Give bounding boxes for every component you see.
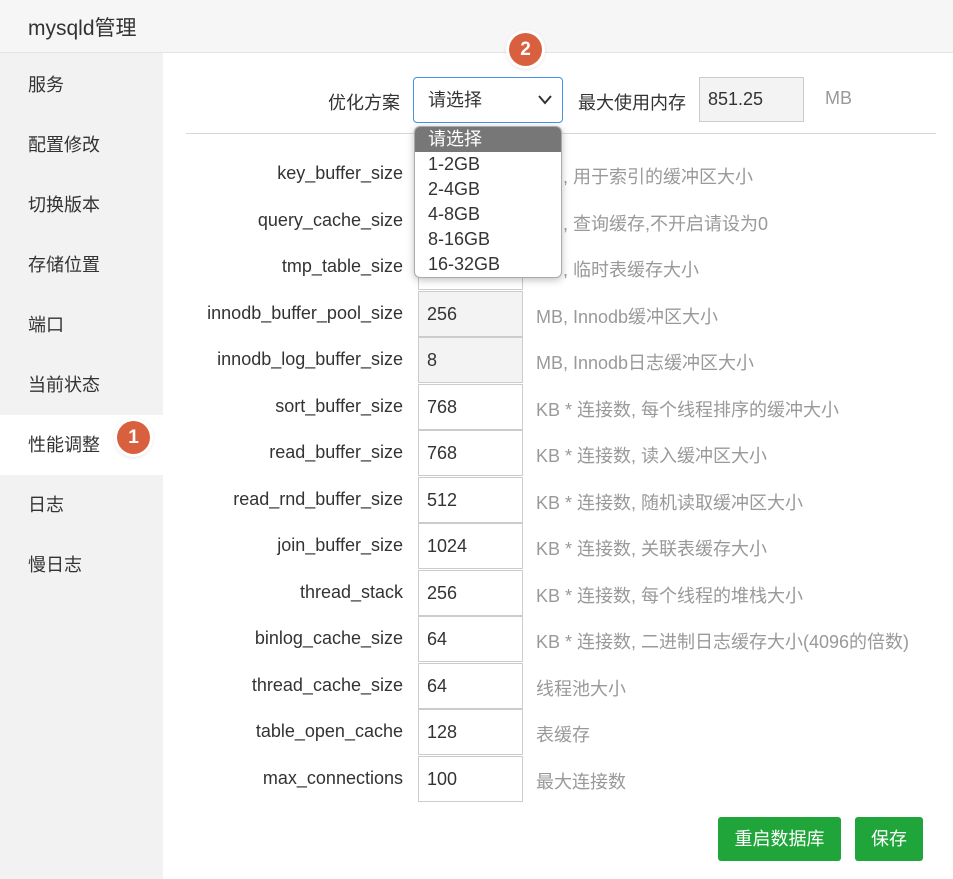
param-hint: 线程池大小 [536,679,626,699]
param-input[interactable]: 768 [418,430,523,476]
window-title: mysqld管理 [28,17,137,40]
param-hint: KB * 连接数, 关联表缓存大小 [536,539,768,559]
param-hint: MB, 查询缓存,不开启请设为0 [536,214,769,234]
restart-database-button[interactable]: 重启数据库 [718,817,841,861]
dropdown-option[interactable]: 16-32GB [415,252,561,277]
param-label: join_buffer_size [277,535,403,555]
param-input[interactable]: 8 [418,337,523,383]
optimize-dropdown-list: 请选择 1-2GB 2-4GB 4-8GB 8-16GB 16-32GB [414,126,562,278]
param-label: tmp_table_size [281,256,403,276]
max-memory-field: 851.25 [699,77,804,122]
param-label: read_rnd_buffer_size [233,489,403,509]
param-row-innodb-log-buffer-size: innodb_log_buffer_size 8 MB, Innodb日志缓冲区… [0,337,953,383]
max-memory-label: 最大使用内存 [578,93,686,113]
param-label: max_connections [262,768,403,788]
dropdown-option[interactable]: 2-4GB [415,177,561,202]
dropdown-option[interactable]: 请选择 [415,127,561,152]
title-bar: mysqld管理 [0,0,953,53]
optimize-select[interactable]: 请选择 [413,77,563,123]
param-input[interactable]: 64 [418,616,523,662]
param-row-innodb-buffer-pool-size: innodb_buffer_pool_size 256 MB, Innodb缓冲… [0,291,953,337]
param-label: innodb_buffer_pool_size [207,303,403,323]
sidebar-item-service[interactable]: 服务 [0,55,163,115]
param-row-sort-buffer-size: sort_buffer_size 768 KB * 连接数, 每个线程排序的缓冲… [0,384,953,430]
dropdown-option[interactable]: 4-8GB [415,202,561,227]
param-label: binlog_cache_size [254,628,403,648]
param-hint: MB, 用于索引的缓冲区大小 [536,167,754,187]
param-input[interactable]: 768 [418,384,523,430]
param-input[interactable]: 100 [418,756,523,802]
optimize-select-value: 请选择 [428,90,482,110]
param-row-table-open-cache: table_open_cache 128 表缓存 [0,709,953,755]
param-label: query_cache_size [257,210,403,230]
param-label: thread_stack [299,582,403,602]
param-row-join-buffer-size: join_buffer_size 1024 KB * 连接数, 关联表缓存大小 [0,523,953,569]
param-hint: 最大连接数 [536,772,626,792]
param-input[interactable]: 128 [418,709,523,755]
max-memory-unit: MB [825,88,852,108]
param-row-thread-cache-size: thread_cache_size 64 线程池大小 [0,663,953,709]
param-input[interactable]: 1024 [418,523,523,569]
param-hint: KB * 连接数, 随机读取缓冲区大小 [536,493,804,513]
param-input[interactable]: 64 [418,663,523,709]
param-hint: KB * 连接数, 二进制日志缓存大小(4096的倍数) [536,632,910,652]
optimize-label: 优化方案 [328,93,400,113]
param-row-thread-stack: thread_stack 256 KB * 连接数, 每个线程的堆栈大小 [0,570,953,616]
param-hint: KB * 连接数, 每个线程的堆栈大小 [536,586,804,606]
param-label: key_buffer_size [277,163,403,183]
dropdown-option[interactable]: 1-2GB [415,152,561,177]
param-input[interactable]: 256 [418,291,523,337]
param-label: table_open_cache [255,721,403,741]
save-button[interactable]: 保存 [855,817,923,861]
param-hint: KB * 连接数, 读入缓冲区大小 [536,446,768,466]
param-hint: MB, Innodb缓冲区大小 [536,307,719,327]
param-input[interactable]: 512 [418,477,523,523]
param-label: innodb_log_buffer_size [217,349,403,369]
dropdown-option[interactable]: 8-16GB [415,227,561,252]
param-row-binlog-cache-size: binlog_cache_size 64 KB * 连接数, 二进制日志缓存大小… [0,616,953,662]
param-row-max-connections: max_connections 100 最大连接数 [0,756,953,802]
param-label: sort_buffer_size [275,396,403,416]
param-hint: KB * 连接数, 每个线程排序的缓冲大小 [536,400,840,420]
step-badge-2: 2 [509,33,542,66]
param-row-read-buffer-size: read_buffer_size 768 KB * 连接数, 读入缓冲区大小 [0,430,953,476]
param-row-read-rnd-buffer-size: read_rnd_buffer_size 512 KB * 连接数, 随机读取缓… [0,477,953,523]
param-label: thread_cache_size [251,675,403,695]
param-hint: 表缓存 [536,725,590,745]
param-input[interactable]: 256 [418,570,523,616]
param-label: read_buffer_size [269,442,403,462]
param-hint: MB, Innodb日志缓冲区大小 [536,353,755,373]
